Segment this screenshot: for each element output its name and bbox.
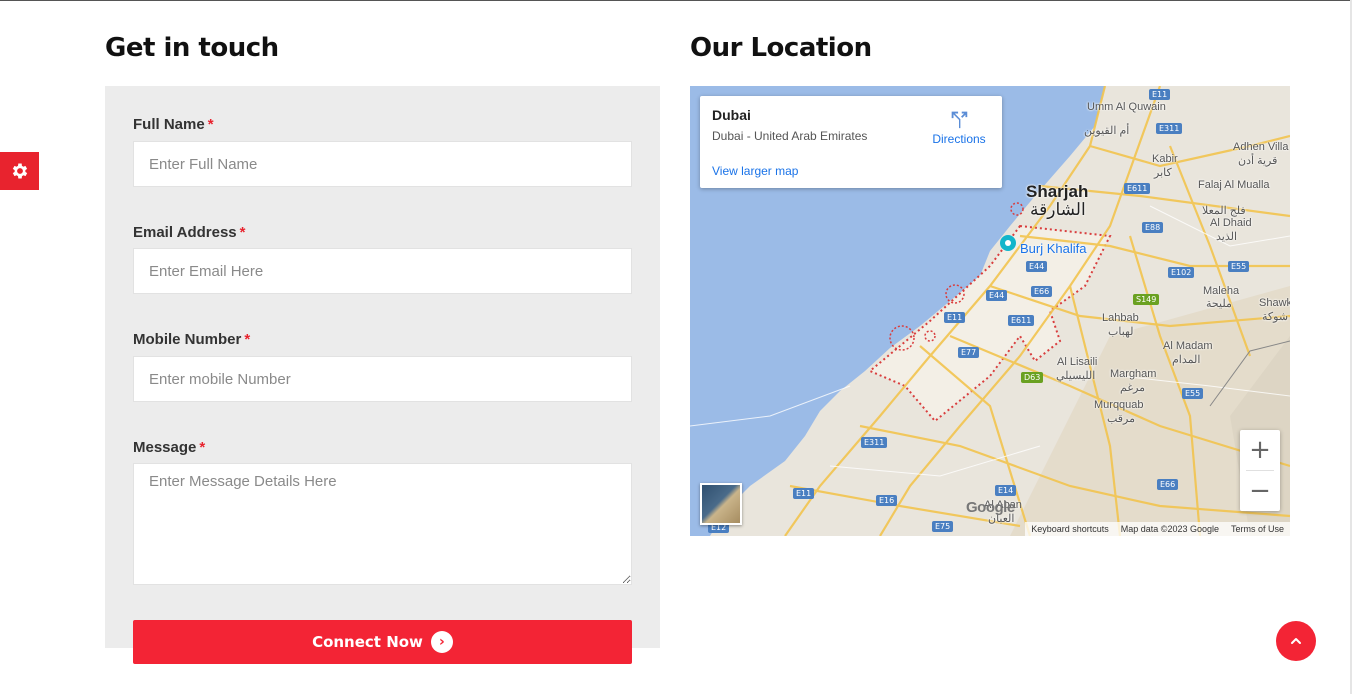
map-label-sharjah-ar: الشارقة	[1030, 200, 1086, 219]
road-shield: E102	[1168, 267, 1195, 278]
message-textarea[interactable]	[133, 463, 632, 585]
map-label-margham-ar: مرغم	[1120, 382, 1146, 394]
view-larger-map-link[interactable]: View larger map	[712, 164, 798, 178]
map-attribution: Keyboard shortcuts Map data ©2023 Google…	[1025, 522, 1290, 536]
email-label: Email Address *	[133, 224, 246, 241]
required-mark: *	[199, 439, 206, 456]
map-place-address: Dubai - United Arab Emirates	[712, 129, 868, 143]
message-label-text: Message	[133, 439, 197, 456]
road-shield: E55	[1182, 388, 1204, 399]
contact-section-title: Get in touch	[105, 33, 279, 63]
map-label-umm-al-quwain: Umm Al Quwain	[1087, 101, 1166, 113]
map-label-maleha-ar: مليحة	[1206, 298, 1232, 310]
map-label-murqquab: Murqquab	[1094, 399, 1144, 411]
road-shield: E75	[932, 521, 954, 532]
full-name-input[interactable]	[133, 141, 632, 187]
map-label-lahbab-ar: لهباب	[1108, 326, 1134, 338]
full-name-label-text: Full Name	[133, 116, 205, 133]
mobile-label-text: Mobile Number	[133, 331, 242, 348]
map-label-al-madam-ar: المدام	[1172, 354, 1201, 366]
road-shield: E11	[1149, 89, 1171, 100]
map-label-al-madam: Al Madam	[1163, 340, 1213, 352]
map-label-maleha: Maleha	[1203, 285, 1240, 297]
road-shield: D63	[1021, 372, 1044, 383]
keyboard-shortcuts-link[interactable]: Keyboard shortcuts	[1031, 524, 1109, 534]
road-shield: E11	[944, 312, 966, 323]
map-label-sharjah: Sharjah	[1026, 182, 1089, 201]
connect-now-button[interactable]: Connect Now ›	[133, 620, 632, 664]
required-mark: *	[239, 224, 246, 241]
map-label-shawka: Shawka	[1259, 297, 1290, 309]
location-map[interactable]: Sharjah الشارقة Burj Khalifa Umm Al Quwa…	[690, 86, 1290, 536]
directions-button[interactable]: Directions	[926, 108, 992, 146]
settings-tab-button[interactable]	[0, 152, 39, 190]
road-shield: E66	[1031, 286, 1053, 297]
map-label-al-dhaid-ar: الذيد	[1216, 231, 1238, 243]
email-label-text: Email Address	[133, 224, 237, 241]
map-label-burj-khalifa: Burj Khalifa	[1020, 241, 1087, 256]
google-logo: Google	[966, 499, 1015, 516]
map-label-al-lisaili-ar: الليسيلي	[1056, 370, 1096, 382]
connect-now-label: Connect Now	[312, 633, 423, 651]
road-shield: E16	[876, 495, 898, 506]
chevron-up-icon	[1291, 638, 1301, 644]
road-shield: E11	[793, 488, 815, 499]
map-zoom-controls: + −	[1240, 430, 1280, 511]
map-label-shawka-ar: شوكة	[1262, 311, 1289, 323]
map-label-margham: Margham	[1110, 368, 1157, 380]
chevron-right-icon: ›	[430, 631, 453, 653]
map-label-lahbab: Lahbab	[1102, 312, 1139, 324]
map-label-falaj-ar: فلج المعلا	[1202, 205, 1246, 217]
road-shield: E55	[1228, 261, 1250, 272]
map-label-falaj: Falaj Al Mualla	[1198, 179, 1270, 191]
road-shield: E611	[1124, 183, 1151, 194]
map-label-adhen-ar: قرية أدن	[1238, 155, 1278, 167]
email-input[interactable]	[133, 248, 632, 294]
road-shield: E88	[1142, 222, 1164, 233]
road-shield: E311	[1156, 123, 1183, 134]
required-mark: *	[207, 116, 214, 133]
scroll-to-top-button[interactable]	[1276, 621, 1316, 661]
zoom-in-button[interactable]: +	[1240, 430, 1280, 470]
mobile-input[interactable]	[133, 356, 632, 402]
map-label-kabir: Kabir	[1152, 153, 1178, 165]
top-divider	[0, 0, 1352, 1]
gear-icon	[12, 163, 27, 179]
terms-of-use-link[interactable]: Terms of Use	[1231, 524, 1284, 534]
message-label: Message *	[133, 439, 205, 456]
map-label-al-lisaili: Al Lisaili	[1057, 356, 1098, 368]
road-shield: E44	[986, 290, 1008, 301]
map-label-adhen: Adhen Villa	[1233, 141, 1289, 153]
directions-icon	[951, 111, 968, 129]
map-label-umm-al-quwain-ar: أم القيوين	[1084, 125, 1130, 137]
road-shield: E44	[1026, 261, 1048, 272]
road-shield: E14	[995, 485, 1017, 496]
contact-form: Full Name* Email Address* Mobile Number*…	[105, 86, 660, 648]
required-mark: *	[244, 331, 251, 348]
map-label-murqquab-ar: مرقب	[1107, 413, 1136, 425]
map-data-text: Map data ©2023 Google	[1120, 524, 1219, 534]
road-shield: S149	[1133, 294, 1160, 305]
satellite-view-toggle[interactable]	[700, 483, 742, 525]
map-place-card: Dubai Dubai - United Arab Emirates View …	[700, 96, 1002, 188]
road-shield: E311	[861, 437, 888, 448]
road-shield: E66	[1157, 479, 1179, 490]
directions-label: Directions	[932, 132, 986, 146]
road-shield: E77	[958, 347, 980, 358]
map-label-al-dhaid: Al Dhaid	[1210, 217, 1252, 229]
zoom-out-button[interactable]: −	[1240, 471, 1280, 511]
location-section-title: Our Location	[690, 33, 872, 63]
full-name-label: Full Name *	[133, 116, 214, 133]
map-place-name: Dubai	[712, 107, 751, 123]
map-label-kabir-ar: كابر	[1154, 167, 1172, 179]
road-shield: E611	[1008, 315, 1035, 326]
mobile-label: Mobile Number *	[133, 331, 250, 348]
